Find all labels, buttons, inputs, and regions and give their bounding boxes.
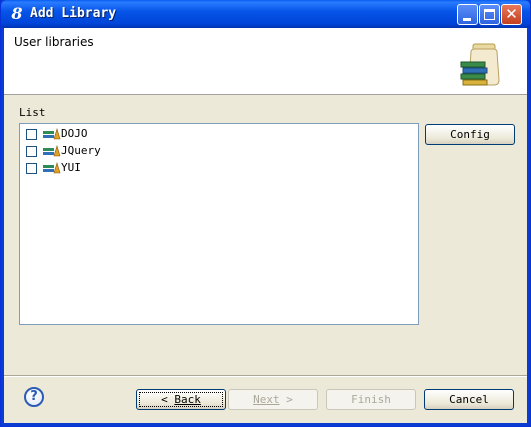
minimize-icon: [463, 18, 471, 21]
back-label: Back: [174, 393, 201, 406]
back-arrow: <: [161, 393, 168, 406]
page-title: User libraries: [14, 35, 94, 49]
add-library-dialog: 8 Add Library ✕ User libraries List DOJO…: [0, 0, 531, 427]
next-button[interactable]: Next >: [228, 389, 318, 410]
close-icon: ✕: [505, 5, 518, 23]
library-icon: [43, 145, 61, 157]
window-title: Add Library: [30, 6, 117, 21]
checkbox[interactable]: [26, 129, 37, 140]
wizard-banner: User libraries: [4, 28, 527, 95]
maximize-button[interactable]: [479, 4, 500, 25]
close-button[interactable]: ✕: [501, 4, 522, 25]
back-button[interactable]: < Back: [136, 389, 226, 410]
list-item-label: JQuery: [61, 144, 101, 157]
maximize-icon: [484, 9, 495, 20]
checkbox[interactable]: [26, 163, 37, 174]
checkbox[interactable]: [26, 146, 37, 157]
title-bar[interactable]: 8 Add Library ✕: [1, 0, 530, 28]
library-icon: [43, 128, 61, 140]
app-icon: 8: [11, 4, 23, 23]
finish-button[interactable]: Finish: [326, 389, 416, 410]
cancel-button[interactable]: Cancel: [424, 389, 514, 410]
list-item-label: YUI: [61, 161, 81, 174]
list-label: List: [19, 106, 46, 119]
minimize-button[interactable]: [457, 4, 478, 25]
library-jar-icon: [460, 43, 500, 86]
library-icon: [43, 162, 61, 174]
list-item-label: DOJO: [61, 127, 88, 140]
library-list[interactable]: DOJO JQuery YUI: [19, 123, 419, 325]
help-icon[interactable]: ?: [24, 387, 44, 407]
next-arrow: >: [286, 393, 293, 406]
next-label: Next: [253, 393, 280, 406]
divider: [4, 375, 527, 377]
config-button[interactable]: Config: [425, 124, 515, 145]
dialog-body: User libraries List DOJO JQuery YUI Conf…: [4, 28, 527, 423]
